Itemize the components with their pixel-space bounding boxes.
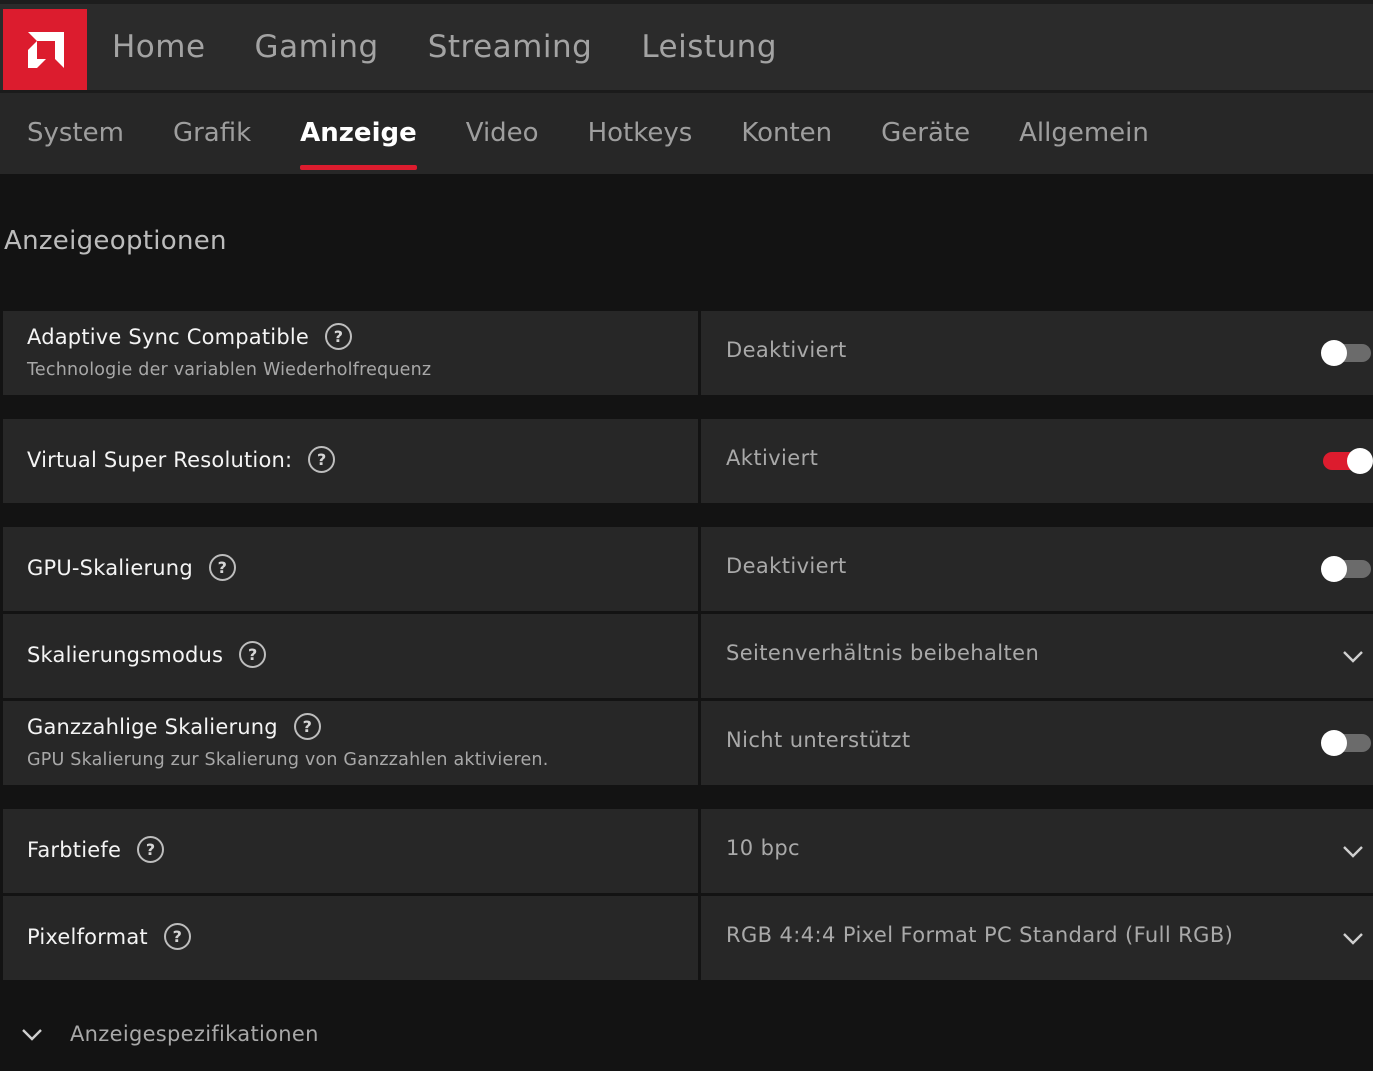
help-icon[interactable]: ? bbox=[163, 923, 191, 950]
setting-label-panel: Skalierungsmodus ? bbox=[3, 614, 698, 698]
chevron-down-icon bbox=[22, 1029, 42, 1041]
help-icon[interactable]: ? bbox=[293, 713, 321, 740]
toggle-knob bbox=[1321, 730, 1347, 756]
setting-description: Technologie der variablen Wiederholfrequ… bbox=[27, 360, 432, 380]
setting-label-text: Pixelformat bbox=[27, 924, 148, 949]
help-icon[interactable]: ? bbox=[308, 446, 336, 473]
setting-label-text: Virtual Super Resolution: bbox=[27, 447, 293, 472]
amd-logo-icon[interactable] bbox=[3, 9, 87, 91]
setting-label-panel: GPU-Skalierung ? bbox=[3, 527, 698, 611]
setting-description: GPU Skalierung zur Skalierung von Ganzza… bbox=[27, 750, 549, 770]
setting-row-scaling-mode: Skalierungsmodus ? Seitenverhältnis beib… bbox=[3, 614, 1373, 698]
setting-row-gpu-scaling: GPU-Skalierung ? Deaktiviert bbox=[3, 527, 1373, 611]
setting-label-text: Adaptive Sync Compatible bbox=[27, 324, 310, 349]
setting-label: Skalierungsmodus ? bbox=[27, 641, 267, 668]
tab-video[interactable]: Video bbox=[466, 115, 539, 151]
scaling-mode-dropdown[interactable]: Seitenverhältnis beibehalten bbox=[701, 614, 1373, 698]
setting-value-panel: Aktiviert bbox=[701, 419, 1373, 503]
help-icon[interactable]: ? bbox=[325, 323, 353, 350]
setting-label-panel: Virtual Super Resolution: ? bbox=[3, 419, 698, 503]
gpu-scaling-toggle[interactable] bbox=[1321, 556, 1371, 582]
integer-scaling-toggle[interactable] bbox=[1321, 730, 1371, 756]
setting-value: Seitenverhältnis beibehalten bbox=[726, 641, 1040, 665]
setting-label: Farbtiefe ? bbox=[27, 836, 165, 863]
setting-label-panel: Pixelformat ? bbox=[3, 896, 698, 980]
setting-row-color-depth: Farbtiefe ? 10 bpc bbox=[3, 809, 1373, 893]
tab-allgemein[interactable]: Allgemein bbox=[1019, 115, 1149, 151]
top-nav: Home Gaming Streaming Leistung bbox=[112, 26, 826, 68]
setting-value-panel: Nicht unterstützt bbox=[701, 701, 1373, 785]
section-title: Anzeigeoptionen bbox=[4, 226, 227, 256]
setting-label-panel: Ganzzahlige Skalierung ? GPU Skalierung … bbox=[3, 701, 698, 785]
vsr-toggle[interactable] bbox=[1323, 448, 1373, 474]
help-icon[interactable]: ? bbox=[239, 641, 267, 668]
setting-row-integer-scaling: Ganzzahlige Skalierung ? GPU Skalierung … bbox=[3, 701, 1373, 785]
tab-anzeige[interactable]: Anzeige bbox=[300, 115, 417, 170]
top-nav-home[interactable]: Home bbox=[112, 26, 206, 68]
setting-label: Virtual Super Resolution: ? bbox=[27, 446, 336, 473]
top-nav-gaming[interactable]: Gaming bbox=[255, 26, 379, 68]
setting-value: Deaktiviert bbox=[726, 338, 847, 362]
setting-label: Pixelformat ? bbox=[27, 923, 191, 950]
help-icon[interactable]: ? bbox=[208, 554, 236, 581]
setting-row-vsr: Virtual Super Resolution: ? Aktiviert bbox=[3, 419, 1373, 503]
setting-label: Ganzzahlige Skalierung ? bbox=[27, 713, 321, 740]
settings-tabs: System Grafik Anzeige Video Hotkeys Kont… bbox=[27, 115, 1198, 170]
toggle-knob bbox=[1347, 448, 1373, 474]
top-navigation-bar: Home Gaming Streaming Leistung bbox=[0, 0, 1373, 91]
setting-value: Nicht unterstützt bbox=[726, 728, 911, 752]
setting-value: 10 bpc bbox=[726, 836, 801, 860]
setting-value-panel: Deaktiviert bbox=[701, 527, 1373, 611]
tab-geraete[interactable]: Geräte bbox=[881, 115, 970, 151]
display-specs-label: Anzeigespezifikationen bbox=[70, 1022, 319, 1046]
setting-label-text: Skalierungsmodus bbox=[27, 642, 224, 667]
setting-value: Aktiviert bbox=[726, 446, 819, 470]
display-specs-expander[interactable]: Anzeigespezifikationen bbox=[20, 1022, 319, 1046]
tab-konten[interactable]: Konten bbox=[741, 115, 832, 151]
setting-label-text: Ganzzahlige Skalierung bbox=[27, 714, 278, 739]
pixel-format-dropdown[interactable]: RGB 4:4:4 Pixel Format PC Standard (Full… bbox=[701, 896, 1373, 980]
setting-label-text: GPU-Skalierung bbox=[27, 555, 193, 580]
toggle-knob bbox=[1321, 556, 1347, 582]
app-window: Home Gaming Streaming Leistung System Gr… bbox=[0, 0, 1373, 1071]
setting-label: Adaptive Sync Compatible ? bbox=[27, 323, 353, 350]
setting-value: Deaktiviert bbox=[726, 554, 847, 578]
toggle-knob bbox=[1321, 340, 1347, 366]
setting-row-pixel-format: Pixelformat ? RGB 4:4:4 Pixel Format PC … bbox=[3, 896, 1373, 980]
tab-hotkeys[interactable]: Hotkeys bbox=[588, 115, 693, 151]
setting-label-text: Farbtiefe bbox=[27, 837, 122, 862]
color-depth-dropdown[interactable]: 10 bpc bbox=[701, 809, 1373, 893]
setting-label-panel: Adaptive Sync Compatible ? Technologie d… bbox=[3, 311, 698, 395]
top-nav-leistung[interactable]: Leistung bbox=[641, 26, 777, 68]
setting-label-panel: Farbtiefe ? bbox=[3, 809, 698, 893]
setting-row-adaptive-sync: Adaptive Sync Compatible ? Technologie d… bbox=[3, 311, 1373, 395]
tab-system[interactable]: System bbox=[27, 115, 124, 151]
setting-value-panel: Deaktiviert bbox=[701, 311, 1373, 395]
setting-value: RGB 4:4:4 Pixel Format PC Standard (Full… bbox=[726, 923, 1234, 947]
settings-tabs-bar: System Grafik Anzeige Video Hotkeys Kont… bbox=[0, 90, 1373, 174]
top-nav-streaming[interactable]: Streaming bbox=[428, 26, 593, 68]
chevron-down-icon[interactable] bbox=[1341, 839, 1365, 863]
chevron-down-icon[interactable] bbox=[1341, 926, 1365, 950]
tab-grafik[interactable]: Grafik bbox=[173, 115, 251, 151]
help-icon[interactable]: ? bbox=[137, 836, 165, 863]
chevron-down-icon[interactable] bbox=[1341, 644, 1365, 668]
setting-label: GPU-Skalierung ? bbox=[27, 554, 236, 581]
amd-logo-glyph bbox=[28, 32, 64, 68]
adaptive-sync-toggle[interactable] bbox=[1321, 340, 1371, 366]
